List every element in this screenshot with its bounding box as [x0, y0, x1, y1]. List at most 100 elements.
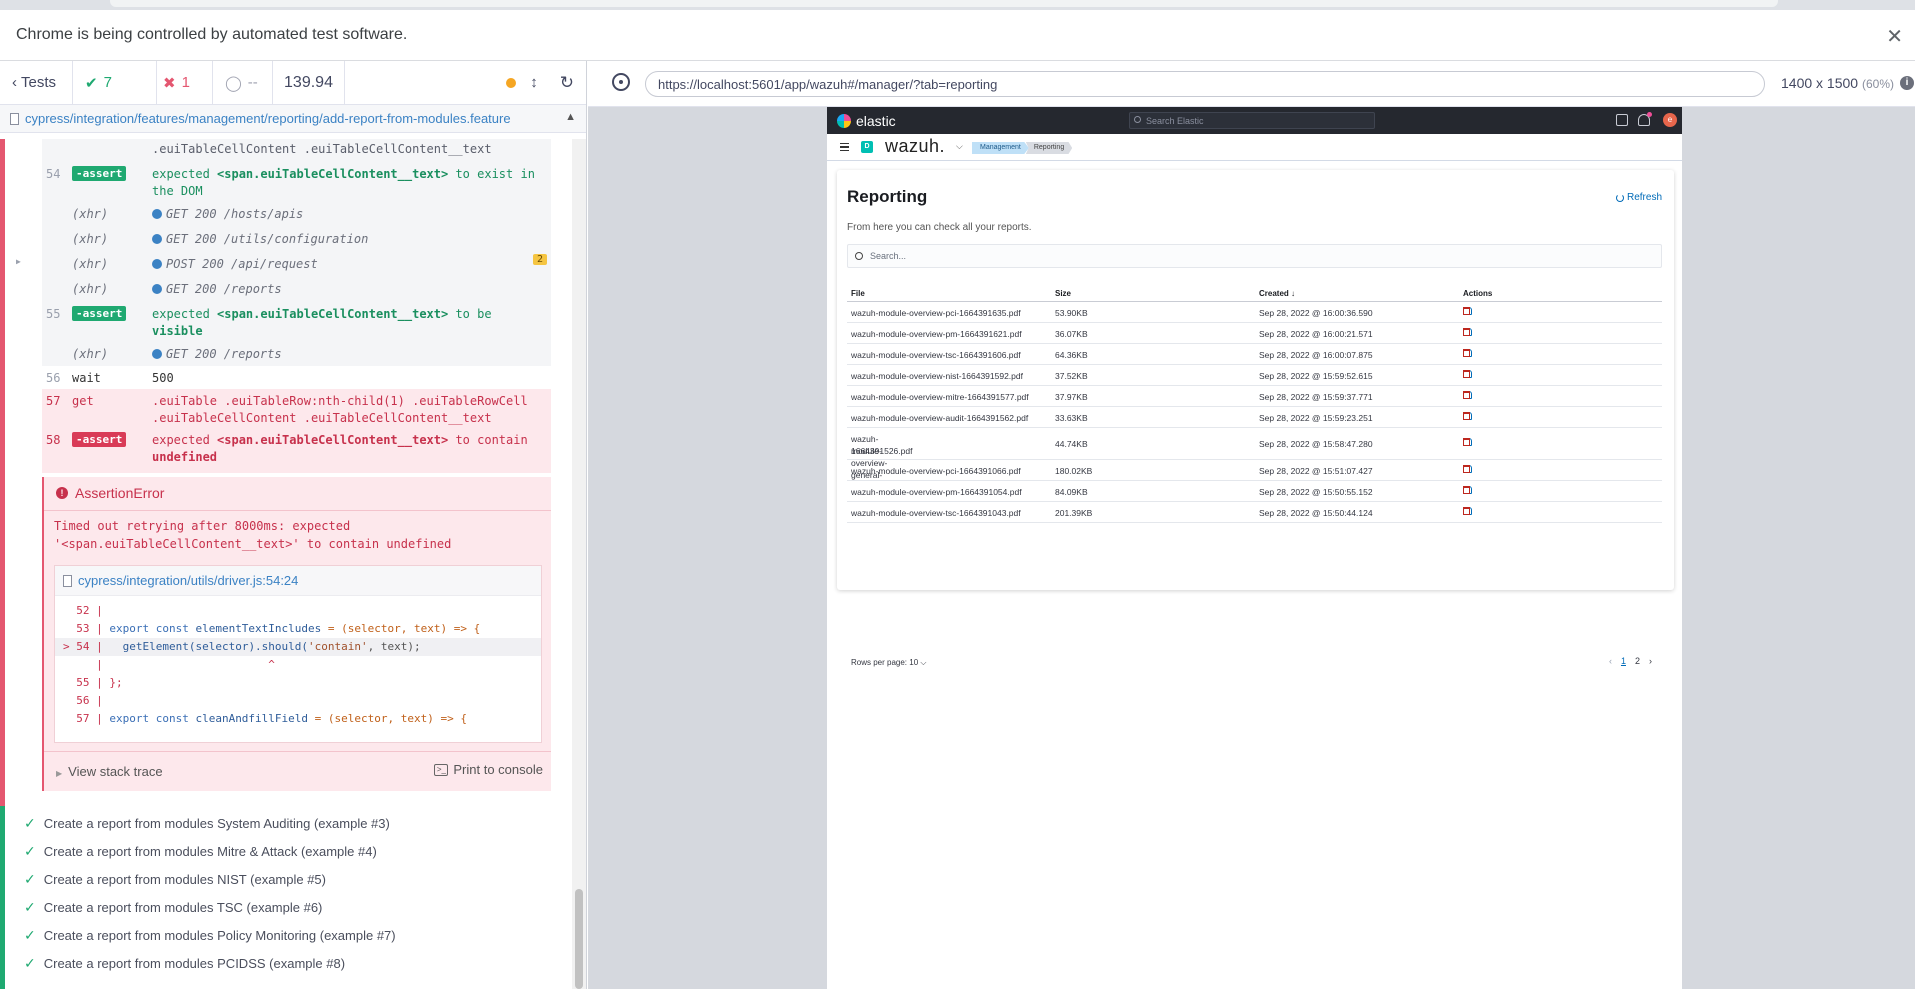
search-icon [855, 252, 863, 260]
report-created: Sep 28, 2022 @ 16:00:21.571 [1259, 329, 1373, 339]
xhr-row[interactable]: (xhr) GET 200 /utils/configuration [42, 226, 551, 251]
test-item[interactable]: ✓ Create a report from modules PCIDSS (ex… [24, 949, 564, 977]
table-row: wazuh-module-overview-mitre-1664391577.p… [847, 386, 1662, 407]
report-created: Sep 28, 2022 @ 15:50:55.152 [1259, 487, 1373, 497]
command-row[interactable]: 55 -assert expected <span.euiTableCellCo… [42, 301, 551, 341]
command-row-failed[interactable]: 58 -assert expected <span.euiTableCellCo… [42, 429, 551, 473]
page-description: From here you can check all your reports… [847, 222, 1032, 233]
scroll-toggle-icon[interactable]: ↕ [530, 74, 538, 91]
code-frame-file-link[interactable]: cypress/integration/utils/driver.js:54:2… [55, 566, 541, 596]
code-line: 53 | export const elementTextIncludes = … [63, 622, 481, 635]
report-file-name: wazuh-module-overview-tsc-1664391043.pdf [851, 508, 1021, 518]
report-size: 180.02KB [1055, 466, 1093, 476]
code-frame: cypress/integration/utils/driver.js:54:2… [54, 565, 542, 743]
selector-playground-icon[interactable] [612, 73, 630, 91]
tests-back-button[interactable]: ‹ Tests [0, 61, 73, 104]
trash-icon[interactable] [1463, 349, 1470, 357]
table-row: wazuh-module-overview-audit-1664391562.p… [847, 407, 1662, 428]
close-icon[interactable]: ✕ [1886, 24, 1903, 49]
xhr-status-icon [152, 234, 162, 244]
menu-icon[interactable] [840, 143, 849, 151]
newsfeed-icon[interactable] [1638, 112, 1652, 126]
code-line: 52 | [63, 604, 103, 617]
check-icon: ✓ [24, 926, 36, 943]
wazuh-logo[interactable]: wazuh. [885, 136, 945, 157]
chevron-down-icon[interactable]: ⌵ [956, 141, 963, 152]
check-icon: ✓ [24, 814, 36, 831]
assert-badge: -assert [72, 306, 127, 321]
global-search-input[interactable]: Search Elastic [1129, 112, 1375, 129]
trash-icon[interactable] [1463, 328, 1470, 336]
elastic-logo-icon [837, 114, 851, 128]
trash-icon[interactable] [1463, 307, 1470, 315]
failed-count[interactable]: ✖ 1 [157, 61, 213, 104]
duration: 139.94 [273, 61, 345, 104]
xhr-row[interactable]: (xhr) GET 200 /reports [42, 341, 551, 366]
test-item[interactable]: ✓ Create a report from modules NIST (exam… [24, 865, 564, 893]
trash-icon[interactable] [1463, 370, 1470, 378]
breadcrumb-reporting: Reporting [1025, 142, 1073, 154]
print-to-console-button[interactable]: >_ Print to console [434, 762, 543, 777]
elastic-logo[interactable]: elastic [837, 113, 896, 129]
xhr-row[interactable]: (xhr) GET 200 /hosts/apis [42, 201, 551, 226]
spec-file-path[interactable]: cypress/integration/features/management/… [0, 105, 586, 133]
table-row: wazuh-module-overview-general- 1664391526… [847, 428, 1662, 480]
column-header-created[interactable]: Created ↓ [1259, 289, 1295, 298]
trash-icon[interactable] [1463, 391, 1470, 399]
pagination: ‹ 1 2 › [1609, 656, 1652, 666]
page-2-link[interactable]: 2 [1635, 656, 1640, 666]
assert-badge: -assert [72, 166, 127, 181]
auto-scroll-indicator-icon[interactable] [506, 77, 517, 88]
column-header-actions: Actions [1463, 289, 1493, 298]
trash-icon[interactable] [1463, 486, 1470, 494]
help-icon[interactable] [1616, 114, 1628, 126]
page-title: Reporting [847, 187, 928, 206]
page-1-link[interactable]: 1 [1621, 656, 1626, 666]
check-icon: ✓ [24, 898, 36, 915]
command-row[interactable]: 56 wait 500 [42, 366, 551, 389]
trash-icon[interactable] [1463, 465, 1470, 473]
table-row: wazuh-module-overview-pm-1664391054.pdf 8… [847, 481, 1662, 502]
command-row[interactable]: 54 -assert expected <span.euiTableCellCo… [42, 161, 551, 201]
info-icon[interactable]: i [1900, 76, 1914, 90]
xhr-row[interactable]: (xhr) GET 200 /reports [42, 276, 551, 301]
expand-caret-icon[interactable]: ▶ [16, 257, 21, 266]
xhr-status-icon [152, 259, 162, 269]
column-header-size[interactable]: Size [1055, 289, 1071, 298]
reporter-scrollbar[interactable] [572, 139, 586, 989]
report-size: 64.36KB [1055, 350, 1088, 360]
space-avatar[interactable]: D [861, 141, 873, 153]
refresh-button[interactable]: Refresh [1615, 192, 1662, 203]
prev-page-icon[interactable]: ‹ [1609, 656, 1612, 666]
aut-url-bar[interactable]: https://localhost:5601/app/wazuh#/manage… [645, 71, 1765, 97]
runnable-pane: .euiTableCellContent .euiTableCellConten… [0, 139, 572, 989]
reports-search-input[interactable]: Search... [847, 244, 1662, 268]
trash-icon[interactable] [1463, 412, 1470, 420]
test-item[interactable]: ✓ Create a report from modules TSC (examp… [24, 893, 564, 921]
collapse-up-icon[interactable]: ▲ [565, 111, 576, 123]
rerun-icon[interactable]: ↻ [560, 73, 574, 93]
command-row[interactable]: .euiTableCellContent .euiTableCellConten… [42, 139, 551, 161]
wazuh-nav: D wazuh. ⌵ Management Reporting [827, 134, 1682, 161]
pending-count[interactable]: ◯ -- [213, 61, 273, 104]
test-item[interactable]: ✓ Create a report from modules Policy Mon… [24, 921, 564, 949]
table-body: wazuh-module-overview-pci-1664391635.pdf… [847, 302, 1662, 523]
breadcrumb-management[interactable]: Management [972, 142, 1029, 154]
command-row-failed[interactable]: 57 get .euiTable .euiTableRow:nth-child(… [42, 389, 551, 429]
scrollbar-thumb[interactable] [575, 889, 583, 989]
xhr-row[interactable]: ▶ (xhr) POST 200 /api/request 2 [16, 251, 551, 276]
table-header: File Size Created ↓ Actions [847, 282, 1662, 302]
trash-icon[interactable] [1463, 438, 1470, 446]
column-header-file[interactable]: File [851, 289, 865, 298]
rows-per-page-select[interactable]: Rows per page: 10 ⌵ [851, 658, 926, 668]
browser-omnibox[interactable] [110, 0, 1778, 7]
view-stack-trace-toggle[interactable]: ▶ View stack trace [56, 764, 163, 779]
report-created: Sep 28, 2022 @ 15:59:23.251 [1259, 413, 1373, 423]
passed-count[interactable]: ✔ 7 [73, 61, 157, 104]
avatar[interactable]: e [1663, 113, 1677, 127]
report-created: Sep 28, 2022 @ 15:50:44.124 [1259, 508, 1373, 518]
test-item[interactable]: ✓ Create a report from modules Mitre & At… [24, 837, 564, 865]
next-page-icon[interactable]: › [1649, 656, 1652, 666]
trash-icon[interactable] [1463, 507, 1470, 515]
test-item[interactable]: ✓ Create a report from modules System Aud… [24, 809, 564, 837]
